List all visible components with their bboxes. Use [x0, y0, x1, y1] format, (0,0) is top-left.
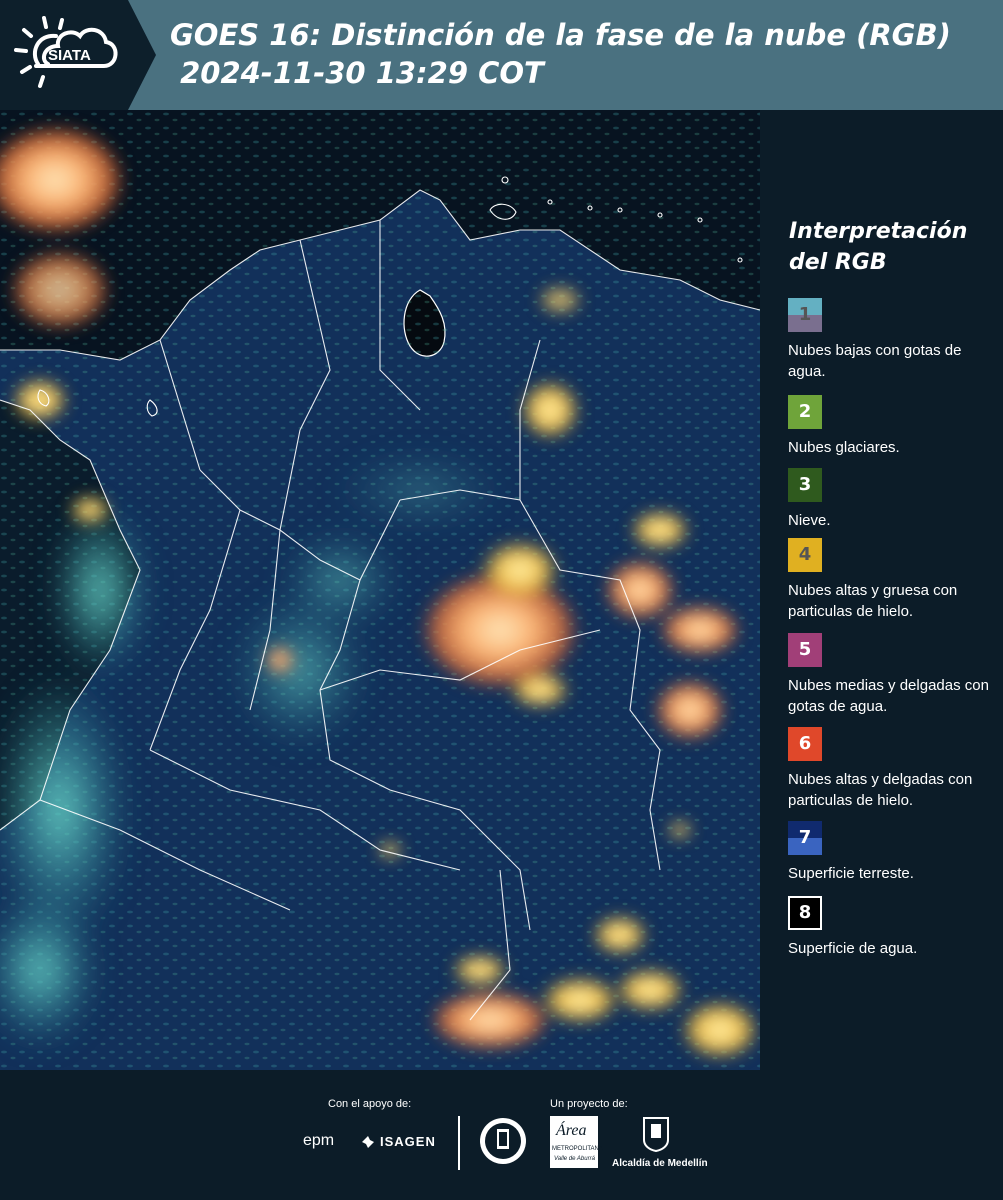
legend-label: Nubes bajas con gotas de agua. — [788, 342, 962, 380]
legend-swatch: 2 — [788, 395, 822, 429]
logo-arrow — [128, 0, 156, 110]
isagen-logo: ISAGEN — [380, 1134, 436, 1149]
legend-swatch: 4 — [788, 538, 822, 572]
legend-swatch: 7 — [788, 821, 822, 855]
legend-swatch: 6 — [788, 727, 822, 761]
page-title: GOES 16: Distinción de la fase de la nub… — [170, 16, 951, 92]
header-bar: SIATA GOES 16: Distinción de la fase de … — [0, 0, 1003, 110]
legend-number: 5 — [798, 639, 812, 660]
legend-label: Superficie terreste. — [788, 865, 914, 882]
legend-label: Nubes altas y delgadas con particulas de… — [788, 771, 973, 809]
legend-label: Nubes medias y delgadas con gotas de agu… — [788, 677, 989, 715]
epm-logo: epm — [303, 1132, 335, 1149]
alcaldia-shield-icon — [643, 1117, 669, 1152]
area-metropolitana-logo: Área METROPOLITANA Valle de Aburrá — [550, 1116, 603, 1168]
legend-number: 8 — [798, 902, 812, 923]
legend-item-5: 5 Nubes medias y delgadas con gotas de a… — [788, 633, 1000, 717]
legend-swatch: 3 — [788, 468, 822, 502]
legend-label: Superficie de agua. — [788, 940, 918, 957]
sun-cloud-icon: SIATA — [14, 16, 118, 88]
legend-number: 1 — [798, 304, 812, 325]
legend-swatch: 5 — [788, 633, 822, 667]
legend-swatch: 1 — [788, 298, 822, 332]
legend-item-6: 6 Nubes altas y delgadas con particulas … — [788, 727, 1000, 811]
legend-label: Nieve. — [788, 512, 831, 529]
isagen-icon — [362, 1136, 374, 1148]
legend-number: 2 — [798, 401, 812, 422]
legend-title: Interpretación del RGB — [789, 219, 968, 275]
legend-panel: Interpretación del RGB 1 Nubes bajas con… — [760, 110, 1003, 1070]
legend-item-4: 4 Nubes altas y gruesa con particulas de… — [788, 538, 1000, 622]
svg-text:SIATA: SIATA — [48, 47, 91, 64]
footer-divider — [458, 1116, 460, 1170]
project-label: Un proyecto de: — [550, 1098, 628, 1110]
satellite-map — [0, 110, 760, 1070]
legend-number: 6 — [798, 733, 812, 754]
legend-item-2: 2 Nubes glaciares. — [788, 395, 1000, 458]
legend-item-3: 3 Nieve. — [788, 468, 1000, 531]
siata-logo: SIATA — [0, 0, 128, 110]
footer: Con el apoyo de: Un proyecto de: epm ISA… — [0, 1070, 1003, 1200]
area-logo-sub2: Valle de Aburrá — [554, 1156, 595, 1162]
support-label: Con el apoyo de: — [328, 1098, 412, 1110]
legend-number: 7 — [798, 827, 812, 848]
area-logo-sub: METROPOLITANA — [552, 1146, 603, 1152]
legend-item-1: 1 Nubes bajas con gotas de agua. — [788, 298, 1000, 382]
legend-label: Nubes altas y gruesa con particulas de h… — [788, 582, 958, 620]
legend-number: 4 — [798, 544, 812, 565]
legend-swatch: 8 — [788, 896, 822, 930]
legend-label: Nubes glaciares. — [788, 439, 900, 456]
title-line-1: GOES 16: Distinción de la fase de la nub… — [170, 18, 951, 52]
legend-number: 3 — [798, 474, 812, 495]
area-logo-text: Área — [556, 1122, 587, 1139]
legend-item-8: 8 Superficie de agua. — [788, 896, 1000, 959]
legend-item-7: 7 Superficie terreste. — [788, 821, 1000, 884]
seal-icon — [480, 1118, 526, 1164]
title-line-2: 2024-11-30 13:29 COT — [170, 56, 544, 90]
alcaldia-logo-text: Alcaldía de Medellín — [612, 1158, 708, 1169]
